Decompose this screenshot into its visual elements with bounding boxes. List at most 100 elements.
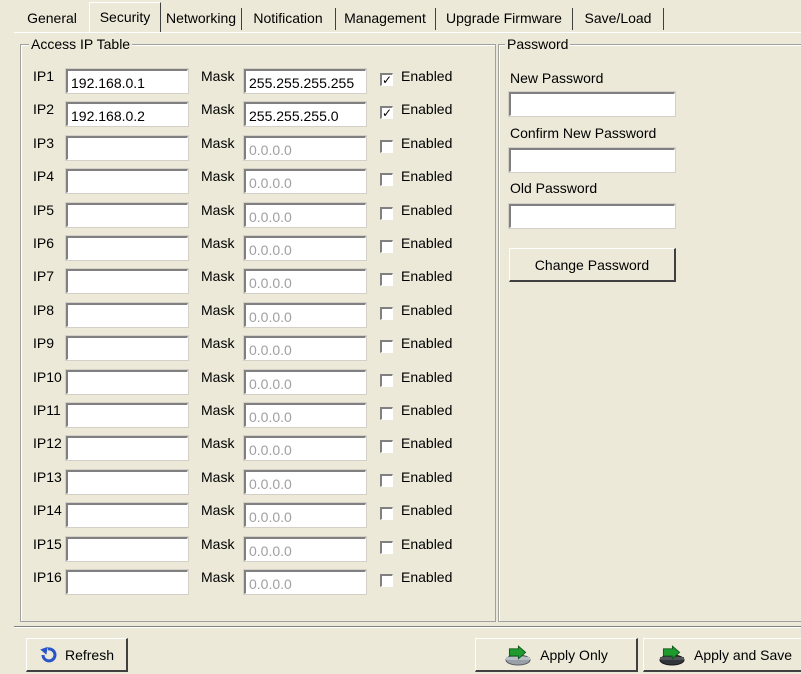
ip-address-field[interactable] (65, 402, 189, 428)
mask-field[interactable]: 0.0.0.0 (243, 536, 367, 562)
enabled-label: Enabled (401, 202, 453, 218)
enabled-checkbox[interactable] (380, 474, 393, 487)
tab-divider (335, 8, 336, 30)
old-password-field[interactable] (508, 203, 676, 229)
apply-and-save-button[interactable]: Apply and Save (643, 638, 801, 672)
ip-address-field[interactable]: 192.168.0.2 (65, 101, 189, 127)
apply-save-icon (658, 644, 688, 666)
ip-label: IP2 (33, 101, 55, 117)
enabled-checkbox[interactable]: ✓ (380, 73, 393, 86)
mask-field[interactable]: 255.255.255.0 (243, 101, 367, 127)
mask-field[interactable]: 0.0.0.0 (243, 202, 367, 228)
ip-label: IP3 (33, 135, 55, 151)
ip-label: IP15 (33, 536, 62, 552)
enabled-checkbox[interactable] (380, 240, 393, 253)
mask-field[interactable]: 255.255.255.255 (243, 68, 367, 94)
tab-security[interactable]: Security (89, 2, 161, 33)
enabled-label: Enabled (401, 335, 453, 351)
ip-address-field[interactable] (65, 335, 189, 361)
ip-address-field[interactable] (65, 369, 189, 395)
mask-label: Mask (201, 402, 235, 418)
mask-field[interactable]: 0.0.0.0 (243, 268, 367, 294)
mask-field[interactable]: 0.0.0.0 (243, 402, 367, 428)
mask-field[interactable]: 0.0.0.0 (243, 369, 367, 395)
ip-label: IP16 (33, 569, 62, 585)
enabled-checkbox[interactable] (380, 440, 393, 453)
enabled-checkbox[interactable] (380, 140, 393, 153)
enabled-checkbox[interactable] (380, 173, 393, 186)
enabled-label: Enabled (401, 502, 453, 518)
ip-address-field[interactable] (65, 168, 189, 194)
tab-networking[interactable]: Networking (162, 6, 240, 30)
enabled-checkbox[interactable] (380, 374, 393, 387)
password-title: Password (505, 35, 571, 53)
ip-address-field[interactable] (65, 202, 189, 228)
tab-divider (663, 8, 664, 30)
mask-field[interactable]: 0.0.0.0 (243, 302, 367, 328)
enabled-label: Enabled (401, 235, 453, 251)
new-password-label: New Password (510, 70, 604, 86)
enabled-checkbox[interactable] (380, 541, 393, 554)
mask-label: Mask (201, 68, 235, 84)
ip-label: IP11 (33, 402, 61, 418)
enabled-label: Enabled (401, 435, 453, 451)
enabled-label: Enabled (401, 68, 453, 84)
enabled-checkbox[interactable] (380, 507, 393, 520)
mask-field[interactable]: 0.0.0.0 (243, 569, 367, 595)
enabled-checkbox[interactable] (380, 407, 393, 420)
confirm-password-field[interactable] (508, 147, 676, 173)
mask-field[interactable]: 0.0.0.0 (243, 435, 367, 461)
ip-label: IP10 (33, 369, 62, 385)
tab-management[interactable]: Management (337, 6, 433, 30)
ip-label: IP5 (33, 202, 55, 218)
tab-save-load[interactable]: Save/Load (574, 6, 662, 30)
ip-address-field[interactable] (65, 268, 189, 294)
enabled-label: Enabled (401, 569, 453, 585)
tab-divider (572, 8, 573, 30)
tab-upgrade-firmware[interactable]: Upgrade Firmware (437, 6, 571, 30)
enabled-label: Enabled (401, 369, 453, 385)
enabled-checkbox[interactable] (380, 574, 393, 587)
enabled-checkbox[interactable] (380, 340, 393, 353)
new-password-field[interactable] (508, 91, 676, 117)
tab-notification[interactable]: Notification (243, 6, 333, 30)
ip-address-field[interactable] (65, 235, 189, 261)
ip-address-field[interactable] (65, 569, 189, 595)
mask-label: Mask (201, 369, 235, 385)
ip-address-field[interactable] (65, 536, 189, 562)
mask-field[interactable]: 0.0.0.0 (243, 135, 367, 161)
enabled-label: Enabled (401, 469, 453, 485)
mask-label: Mask (201, 335, 235, 351)
ip-address-field[interactable] (65, 469, 189, 495)
enabled-checkbox[interactable] (380, 307, 393, 320)
mask-field[interactable]: 0.0.0.0 (243, 168, 367, 194)
ip-address-field[interactable] (65, 502, 189, 528)
enabled-label: Enabled (401, 168, 453, 184)
enabled-checkbox[interactable]: ✓ (380, 106, 393, 119)
change-password-button[interactable]: Change Password (509, 248, 676, 282)
ip-label: IP9 (33, 335, 55, 351)
enabled-label: Enabled (401, 268, 453, 284)
mask-field[interactable]: 0.0.0.0 (243, 335, 367, 361)
ip-address-field[interactable]: 192.168.0.1 (65, 68, 189, 94)
ip-label: IP14 (33, 502, 62, 518)
apply-only-button[interactable]: Apply Only (475, 638, 638, 672)
change-password-label: Change Password (534, 256, 650, 273)
mask-label: Mask (201, 435, 235, 451)
ip-address-field[interactable] (65, 435, 189, 461)
mask-field[interactable]: 0.0.0.0 (243, 502, 367, 528)
refresh-button[interactable]: Refresh (26, 638, 128, 672)
ip-label: IP6 (33, 235, 55, 251)
mask-field[interactable]: 0.0.0.0 (243, 469, 367, 495)
enabled-checkbox[interactable] (380, 207, 393, 220)
tab-divider (241, 8, 242, 30)
apply-and-save-label: Apply and Save (694, 646, 793, 663)
ip-address-field[interactable] (65, 302, 189, 328)
enabled-checkbox[interactable] (380, 273, 393, 286)
mask-label: Mask (201, 268, 235, 284)
tab-general[interactable]: General (19, 6, 85, 30)
ip-address-field[interactable] (65, 135, 189, 161)
confirm-password-label: Confirm New Password (510, 125, 657, 141)
mask-field[interactable]: 0.0.0.0 (243, 235, 367, 261)
mask-label: Mask (201, 502, 235, 518)
